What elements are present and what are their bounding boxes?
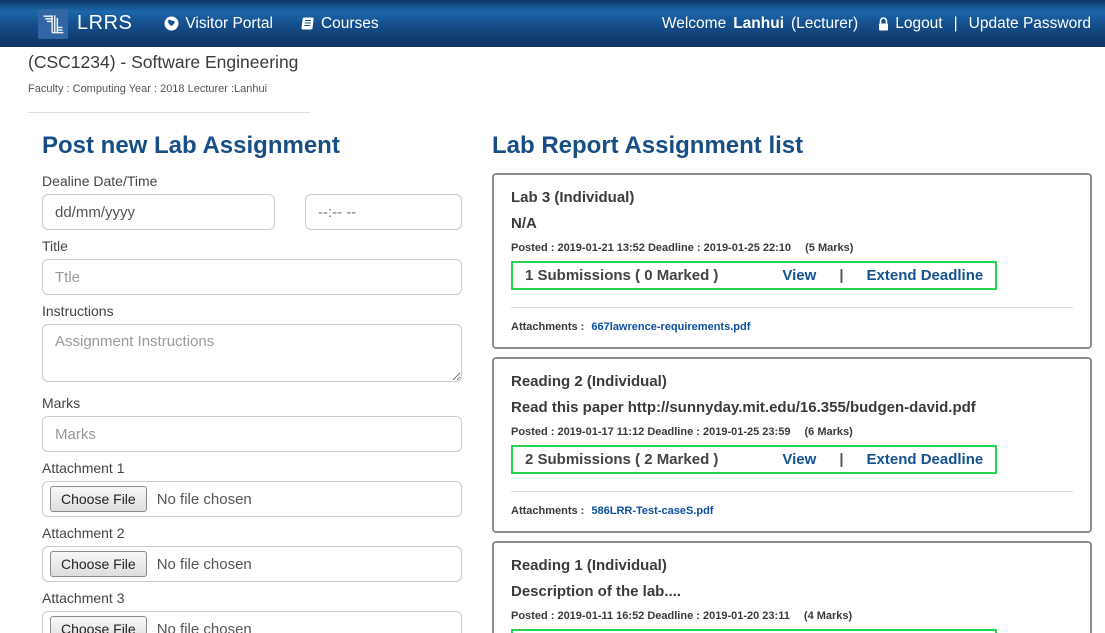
book-icon: [299, 16, 315, 31]
assignment-card: Reading 2 (Individual) Read this paper h…: [492, 357, 1092, 533]
attachments-label: Attachments :: [511, 505, 584, 517]
welcome-text: Welcome: [662, 15, 726, 33]
posted-deadline-line: Posted : 2019-01-21 13:52 Deadline : 201…: [511, 242, 1073, 254]
course-meta: Faculty : Computing Year : 2018 Lecturer…: [28, 83, 310, 95]
card-divider: [511, 307, 1073, 308]
assignment-title: Reading 1 (Individual): [511, 557, 1073, 574]
posted-deadline-line: Posted : 2019-01-11 16:52 Deadline : 201…: [511, 610, 1073, 622]
choose-file-button[interactable]: Choose File: [50, 616, 147, 633]
submissions-count: 2 Submissions ( 2 Marked ): [525, 451, 718, 468]
choose-file-button[interactable]: Choose File: [50, 486, 147, 512]
assignment-card: Lab 3 (Individual) N/A Posted : 2019-01-…: [492, 173, 1092, 349]
nav-item-courses[interactable]: Courses: [299, 15, 379, 33]
brand-link[interactable]: LRRS: [77, 12, 132, 35]
username: Lanhui: [733, 15, 784, 33]
deadline-row: [42, 194, 462, 230]
assignment-list: Lab Report Assignment list Lab 3 (Indivi…: [492, 132, 1092, 633]
course-divider: [28, 112, 310, 113]
instructions-label: Instructions: [42, 303, 462, 319]
navbar-right: Welcome Lanhui (Lecturer) Logout | Updat…: [662, 15, 1091, 33]
marks-label: Marks: [42, 395, 462, 411]
marks-badge: (6 Marks): [805, 426, 853, 438]
logout-link[interactable]: Logout: [877, 15, 942, 33]
deadline-time-input[interactable]: [305, 194, 462, 230]
attachment-3-file-input[interactable]: Choose File No file chosen: [42, 611, 462, 633]
list-heading: Lab Report Assignment list: [492, 132, 1092, 160]
attachment-3-label: Attachment 3: [42, 590, 462, 606]
file-status-text: No file chosen: [157, 491, 252, 508]
attachment-2-label: Attachment 2: [42, 525, 462, 541]
deadline-date-input[interactable]: [42, 194, 275, 230]
page: LRRS Visitor Portal Courses: [0, 0, 1105, 633]
link-separator: |: [839, 451, 843, 468]
attachments-line: Attachments : 667lawrence-requirements.p…: [511, 321, 1073, 333]
globe-icon: [164, 16, 179, 31]
marks-badge: (5 Marks): [805, 242, 853, 254]
attachment-1-label: Attachment 1: [42, 460, 462, 476]
posted-deadline-text: Posted : 2019-01-17 11:12 Deadline : 201…: [511, 426, 790, 438]
update-password-link[interactable]: Update Password: [969, 15, 1091, 33]
nav-item-label: Visitor Portal: [185, 15, 273, 33]
file-status-text: No file chosen: [157, 621, 252, 633]
card-divider: [511, 491, 1073, 492]
attachment-file-link[interactable]: 586LRR-Test-caseS.pdf: [591, 505, 713, 517]
assignment-description: Read this paper http://sunnyday.mit.edu/…: [511, 399, 1073, 416]
attachments-label: Attachments :: [511, 321, 584, 333]
assignment-description: N/A: [511, 215, 1073, 232]
link-separator: |: [839, 267, 843, 284]
extend-deadline-link[interactable]: Extend Deadline: [867, 267, 984, 284]
navbar-left: LRRS Visitor Portal Courses: [38, 9, 405, 39]
logout-label: Logout: [895, 15, 942, 33]
navbar: LRRS Visitor Portal Courses: [0, 0, 1105, 47]
user-role: (Lecturer): [791, 15, 858, 33]
course-title: (CSC1234) - Software Engineering: [28, 52, 310, 73]
extend-deadline-link[interactable]: Extend Deadline: [867, 451, 984, 468]
assignment-title: Reading 2 (Individual): [511, 373, 1073, 390]
title-input[interactable]: [42, 259, 462, 295]
course-header: (CSC1234) - Software Engineering Faculty…: [28, 52, 310, 113]
posted-deadline-text: Posted : 2019-01-11 16:52 Deadline : 201…: [511, 610, 790, 622]
posted-deadline-text: Posted : 2019-01-21 13:52 Deadline : 201…: [511, 242, 791, 254]
assignment-description: Description of the lab....: [511, 583, 1073, 600]
submissions-box: 2 Submissions ( 2 Marked ) View | Extend…: [511, 445, 997, 474]
submissions-box: 1 Submissions ( 0 Marked ) View | Extend…: [511, 261, 997, 290]
instructions-textarea[interactable]: [42, 324, 462, 382]
lrrs-logo-icon[interactable]: [38, 9, 68, 39]
view-link[interactable]: View: [782, 451, 816, 468]
choose-file-button[interactable]: Choose File: [50, 551, 147, 577]
title-label: Title: [42, 238, 462, 254]
post-assignment-form: Post new Lab Assignment Dealine Date/Tim…: [42, 132, 462, 633]
attachment-1-file-input[interactable]: Choose File No file chosen: [42, 481, 462, 517]
lrrs-logo-glyph: [40, 11, 66, 37]
assignment-title: Lab 3 (Individual): [511, 189, 1073, 206]
file-status-text: No file chosen: [157, 556, 252, 573]
assignment-card: Reading 1 (Individual) Description of th…: [492, 541, 1092, 633]
view-link[interactable]: View: [782, 267, 816, 284]
deadline-label: Dealine Date/Time: [42, 173, 462, 189]
attachment-2-file-input[interactable]: Choose File No file chosen: [42, 546, 462, 582]
submissions-box: 1 Submissions ( 1 Marked ) View | Extend…: [511, 629, 997, 633]
lock-icon: [877, 16, 890, 32]
nav-item-label: Courses: [321, 15, 379, 33]
attachments-line: Attachments : 586LRR-Test-caseS.pdf: [511, 505, 1073, 517]
marks-input[interactable]: [42, 416, 462, 452]
marks-badge: (4 Marks): [804, 610, 852, 622]
form-heading: Post new Lab Assignment: [42, 132, 462, 160]
nav-item-visitor-portal[interactable]: Visitor Portal: [164, 15, 273, 33]
nav-separator: |: [954, 15, 958, 33]
posted-deadline-line: Posted : 2019-01-17 11:12 Deadline : 201…: [511, 426, 1073, 438]
submissions-count: 1 Submissions ( 0 Marked ): [525, 267, 718, 284]
attachment-file-link[interactable]: 667lawrence-requirements.pdf: [591, 321, 750, 333]
